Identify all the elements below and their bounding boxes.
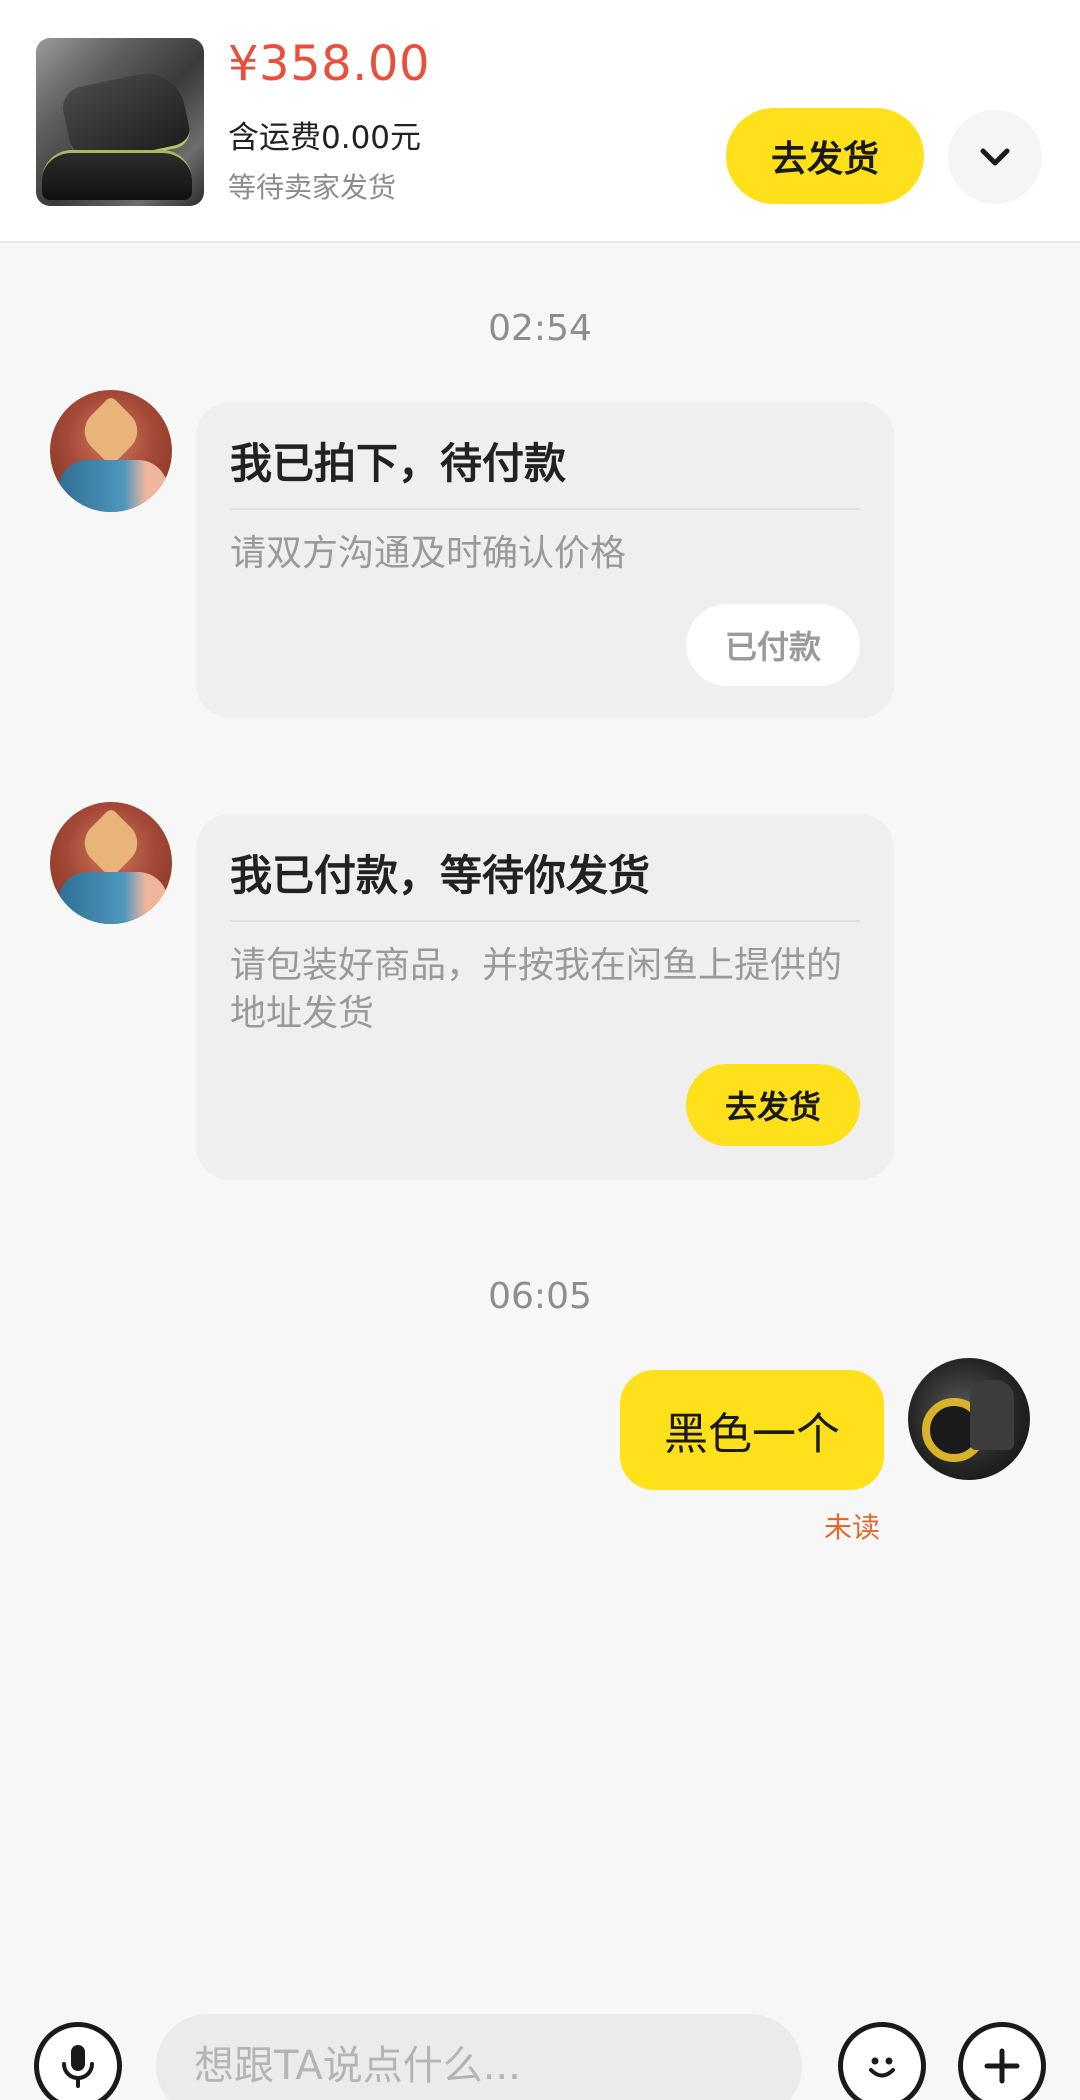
voice-input-button[interactable] <box>34 2022 122 2100</box>
chevron-down-icon <box>980 148 1010 166</box>
emoji-icon <box>869 2057 895 2078</box>
system-card-paid: 我已付款，等待你发货 请包装好商品，并按我在闲鱼上提供的地址发货 去发货 <box>196 814 894 1180</box>
buyer-avatar[interactable] <box>50 390 172 512</box>
buyer-avatar[interactable] <box>50 802 172 924</box>
hand-shape <box>58 872 168 924</box>
product-price: ¥358.00 <box>228 36 430 92</box>
heart-leaf-shape <box>75 807 147 879</box>
order-header: ¥358.00 含运费0.00元 等待卖家发货 去发货 <box>0 0 1080 243</box>
card-divider <box>230 920 860 922</box>
shipping-fee: 含运费0.00元 <box>228 120 422 156</box>
heart-leaf-shape <box>75 395 147 467</box>
expand-button[interactable] <box>948 110 1042 204</box>
microphone-icon <box>62 2045 94 2088</box>
plus-icon <box>984 2048 1020 2084</box>
message-input-bar <box>0 2000 1080 2100</box>
my-avatar[interactable] <box>908 1358 1030 1480</box>
order-status: 等待卖家发货 <box>228 171 397 204</box>
card-title: 我已付款，等待你发货 <box>230 851 651 900</box>
emoji-button[interactable] <box>838 2022 926 2100</box>
chat-timestamp: 06:05 <box>488 1276 592 1317</box>
seat-base-shape <box>42 150 192 200</box>
my-message-bubble[interactable]: 黑色一个 <box>620 1370 884 1490</box>
read-status: 未读 <box>824 1511 881 1544</box>
hand-shape <box>58 460 168 512</box>
system-card-pending-payment: 我已拍下，待付款 请双方沟通及时确认价格 已付款 <box>196 402 894 718</box>
card-description: 请双方沟通及时确认价格 <box>230 533 627 574</box>
card-divider <box>230 508 860 510</box>
card-description: 请包装好商品，并按我在闲鱼上提供的地址发货 <box>230 945 843 1034</box>
chat-timestamp: 02:54 <box>488 308 592 349</box>
paid-button[interactable]: 已付款 <box>686 604 860 686</box>
card-ship-button[interactable]: 去发货 <box>686 1064 860 1146</box>
product-thumbnail[interactable] <box>36 38 204 206</box>
more-actions-button[interactable] <box>958 2022 1046 2100</box>
message-input[interactable] <box>156 2014 802 2100</box>
card-title: 我已拍下，待付款 <box>230 439 567 488</box>
ship-button[interactable]: 去发货 <box>726 108 924 204</box>
person-shape <box>970 1380 1014 1450</box>
